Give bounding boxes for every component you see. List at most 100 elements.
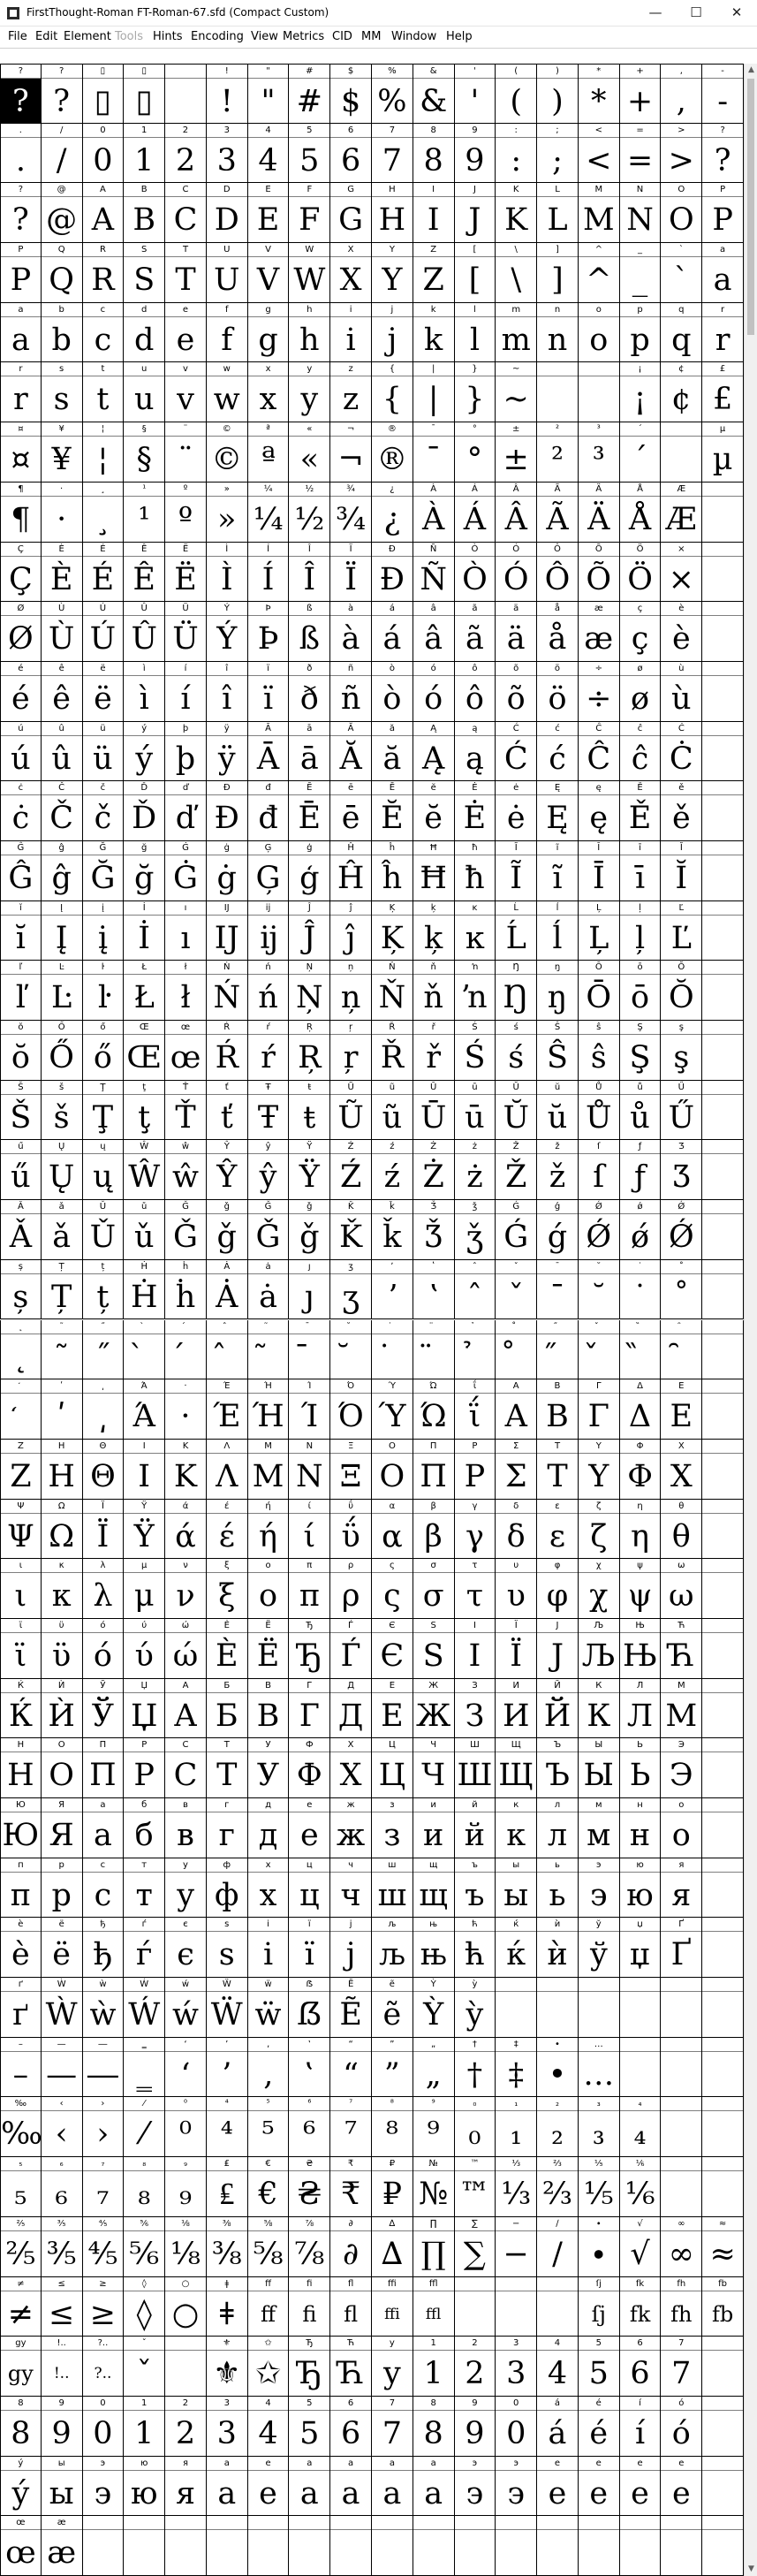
glyph-cell[interactable]: ŧŧ	[289, 1080, 331, 1141]
glyph-cell[interactable]: ņņ	[330, 961, 372, 1022]
glyph-cell[interactable]: ΆΆ	[124, 1379, 166, 1440]
glyph-cell[interactable]: сс	[82, 1858, 125, 1919]
glyph-cell[interactable]: ẞẞ	[289, 1978, 331, 2038]
glyph-cell[interactable]: ĽĽ	[661, 900, 703, 961]
glyph-cell[interactable]: ĲĲ	[206, 900, 248, 961]
glyph-cell[interactable]	[702, 961, 744, 1022]
glyph-cell[interactable]: жж	[330, 1798, 372, 1858]
glyph-cell[interactable]: yy	[289, 362, 331, 423]
glyph-cell[interactable]: ĻĻ	[578, 900, 620, 961]
glyph-cell[interactable]: нн	[619, 1798, 662, 1858]
glyph-cell[interactable]: ⅘⅘	[82, 2216, 125, 2277]
glyph-cell[interactable]: żż	[454, 1140, 496, 1201]
glyph-cell[interactable]: ŗŗ	[330, 1021, 372, 1081]
glyph-cell[interactable]: άά	[165, 1499, 207, 1560]
glyph-cell[interactable]: mm	[496, 302, 538, 363]
glyph-cell[interactable]: ЭЭ	[661, 1738, 703, 1799]
glyph-cell[interactable]	[702, 2396, 744, 2457]
glyph-cell[interactable]: ∏ ∏	[413, 2216, 455, 2277]
glyph-cell[interactable]: 66	[330, 2396, 372, 2457]
glyph-cell[interactable]	[702, 2516, 744, 2576]
glyph-cell[interactable]: 44	[247, 123, 290, 184]
glyph-cell[interactable]	[702, 1319, 744, 1380]
menu-hints[interactable]: Hints	[153, 30, 183, 43]
glyph-cell[interactable]: ǮǮ	[413, 1200, 455, 1260]
glyph-cell[interactable]	[578, 1978, 620, 2038]
glyph-cell[interactable]: ŏŏ	[0, 1021, 42, 1081]
glyph-cell[interactable]: ДД	[330, 1678, 372, 1739]
glyph-cell[interactable]: рр	[41, 1858, 83, 1919]
glyph-cell[interactable]: ¶ ¶	[0, 482, 42, 543]
glyph-cell[interactable]: ЊЊ	[619, 1618, 662, 1679]
glyph-cell[interactable]: fh fh	[661, 2276, 703, 2337]
glyph-cell[interactable]: ŰŰ	[661, 1080, 703, 1141]
glyph-cell[interactable]: 88	[413, 123, 455, 184]
glyph-cell[interactable]: ǔǔ	[124, 1200, 166, 1260]
glyph-cell[interactable]: ίί	[289, 1499, 331, 1560]
glyph-cell[interactable]: ŪŪ	[413, 1080, 455, 1141]
glyph-cell[interactable]: < <	[578, 123, 620, 184]
glyph-cell[interactable]: XX	[330, 243, 372, 303]
glyph-cell[interactable]: ₃₃	[578, 2097, 620, 2158]
glyph-cell[interactable]: єє	[165, 1918, 207, 1979]
glyph-cell[interactable]	[702, 721, 744, 782]
glyph-cell[interactable]: ǯǯ	[454, 1200, 496, 1260]
glyph-cell[interactable]: ћћ	[454, 1918, 496, 1979]
glyph-cell[interactable]	[661, 1978, 703, 2038]
glyph-cell[interactable]	[702, 1559, 744, 1619]
glyph-cell[interactable]: ⅙⅙	[619, 2157, 662, 2217]
glyph-cell[interactable]: ǨǨ	[330, 1200, 372, 1260]
glyph-cell[interactable]: ÌÌ	[206, 542, 248, 603]
glyph-cell[interactable]: ŐŐ	[41, 1021, 83, 1081]
glyph-cell[interactable]: ẀẀ	[41, 1978, 83, 2038]
glyph-cell[interactable]: {{	[372, 362, 413, 423]
glyph-cell[interactable]: PP	[702, 183, 744, 244]
glyph-cell[interactable]: ыы	[496, 1858, 538, 1919]
glyph-cell[interactable]: ffl ffl	[413, 2276, 455, 2337]
glyph-cell[interactable]: ĔĔ	[372, 781, 413, 841]
glyph-cell[interactable]: ŬŬ	[496, 1080, 538, 1141]
scrollbar-thumb[interactable]	[747, 79, 754, 335]
glyph-cell[interactable]: ΨΨ	[0, 1499, 42, 1560]
glyph-cell[interactable]: ЖЖ	[413, 1678, 455, 1739]
glyph-cell[interactable]: ęę	[578, 781, 620, 841]
glyph-cell[interactable]: ΖΖ	[0, 1439, 42, 1500]
glyph-cell[interactable]: ÖÖ	[619, 542, 662, 603]
glyph-cell[interactable]: ̈̈	[413, 1319, 455, 1380]
glyph-cell[interactable]: · ·	[41, 482, 83, 543]
glyph-cell[interactable]: ḣḣ	[165, 1259, 207, 1320]
glyph-cell[interactable]: ẅẅ	[247, 1978, 290, 2038]
glyph-cell[interactable]: fb fb	[702, 2276, 744, 2337]
glyph-cell[interactable]: ğğ	[124, 840, 166, 901]
glyph-cell[interactable]: ЋЋ	[330, 2337, 372, 2397]
glyph-cell[interactable]: ₄₄	[619, 2097, 662, 2158]
glyph-cell[interactable]: ẁẁ	[82, 1978, 125, 2038]
glyph-cell[interactable]	[537, 2276, 579, 2337]
glyph-cell[interactable]: ̄̄	[289, 1319, 331, 1380]
glyph-cell[interactable]: фф	[206, 1858, 248, 1919]
glyph-cell[interactable]	[206, 2516, 248, 2576]
glyph-cell[interactable]: 33	[496, 2337, 538, 2397]
glyph-cell[interactable]: ĮĮ	[41, 900, 83, 961]
glyph-cell[interactable]	[165, 2337, 207, 2397]
glyph-cell[interactable]: ſſ	[578, 1140, 620, 1201]
glyph-cell[interactable]: qq	[661, 302, 703, 363]
glyph-cell[interactable]	[578, 362, 620, 423]
glyph-cell[interactable]: ÚÚ	[82, 602, 125, 662]
glyph-cell[interactable]: ∕ ∕	[537, 2216, 579, 2277]
glyph-cell[interactable]: — —	[41, 2037, 83, 2098]
glyph-cell[interactable]: / /	[41, 123, 83, 184]
glyph-cell[interactable]: ??	[0, 64, 42, 124]
glyph-cell[interactable]: ĉĉ	[619, 721, 662, 782]
glyph-cell[interactable]: ρρ	[330, 1559, 372, 1619]
glyph-cell[interactable]: ΒΒ	[537, 1379, 579, 1440]
glyph-cell[interactable]: µµ	[702, 422, 744, 483]
glyph-cell[interactable]: КК	[578, 1678, 620, 1739]
glyph-cell[interactable]: ŽŽ	[496, 1140, 538, 1201]
glyph-cell[interactable]	[413, 2516, 455, 2576]
scroll-up-arrow-icon[interactable]: ▲	[745, 64, 757, 77]
glyph-cell[interactable]: CC	[165, 183, 207, 244]
glyph-cell[interactable]: fi fi	[289, 2276, 331, 2337]
glyph-cell[interactable]: țț	[82, 1259, 125, 1320]
glyph-cell[interactable]: ― ―	[82, 2037, 125, 2098]
